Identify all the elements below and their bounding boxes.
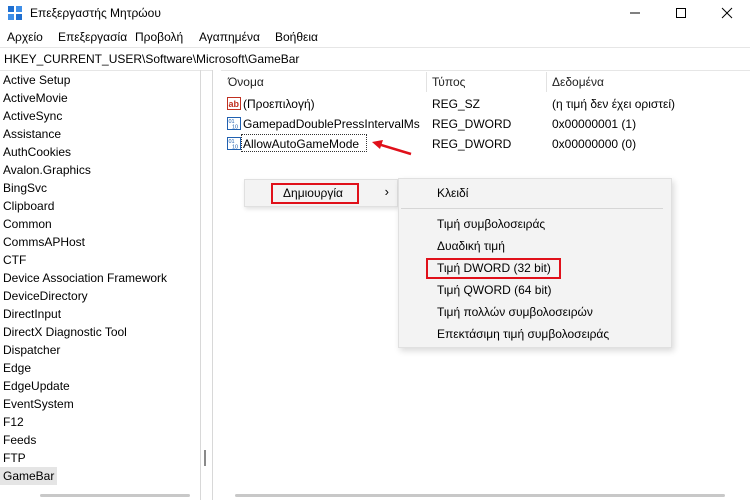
new-submenu: Κλειδί Τιμή συμβολοσειράς Δυαδική τιμή Τ… bbox=[398, 178, 672, 348]
tree-item[interactable]: Feeds bbox=[3, 431, 36, 449]
tree-item[interactable]: ActiveSync bbox=[3, 107, 62, 125]
menu-item-binary-value[interactable]: Δυαδική τιμή bbox=[437, 239, 505, 253]
annotation-highlight-dword bbox=[426, 258, 561, 279]
tree-item[interactable]: DirectInput bbox=[3, 305, 61, 323]
tree-item[interactable]: DirectX Diagnostic Tool bbox=[3, 323, 127, 341]
value-type: REG_DWORD bbox=[432, 117, 512, 131]
menu-item-string-value[interactable]: Τιμή συμβολοσειράς bbox=[437, 217, 545, 231]
menu-item-expandable-string-value[interactable]: Επεκτάσιμη τιμή συμβολοσειράς bbox=[437, 327, 609, 341]
column-divider[interactable] bbox=[546, 72, 547, 92]
annotation-highlight-new bbox=[271, 183, 359, 204]
title-bar: Επεξεργαστής Μητρώου bbox=[0, 0, 750, 26]
registry-editor-app-icon bbox=[8, 6, 22, 20]
tree-item[interactable]: AuthCookies bbox=[3, 143, 71, 161]
value-type: REG_SZ bbox=[432, 97, 481, 111]
tree-item[interactable]: Device Association Framework bbox=[3, 269, 167, 287]
maximize-button[interactable] bbox=[658, 0, 704, 26]
tree-item[interactable]: Assistance bbox=[3, 125, 61, 143]
tree-item[interactable]: DeviceDirectory bbox=[3, 287, 88, 305]
annotation-arrow-icon bbox=[372, 140, 412, 156]
context-menu: Δημιουργία › bbox=[244, 179, 398, 207]
address-path[interactable]: HKEY_CURRENT_USER\Software\Microsoft\Gam… bbox=[4, 52, 299, 66]
tree-item[interactable]: EventSystem bbox=[3, 395, 74, 413]
minimize-icon bbox=[630, 12, 640, 14]
menu-view[interactable]: Προβολή bbox=[135, 30, 183, 44]
column-header-data[interactable]: Δεδομένα bbox=[552, 75, 604, 89]
window-title: Επεξεργαστής Μητρώου bbox=[30, 6, 161, 20]
pane-splitter[interactable] bbox=[212, 70, 221, 500]
tree-item[interactable]: EdgeUpdate bbox=[3, 377, 70, 395]
column-divider[interactable] bbox=[426, 72, 427, 92]
tree-item[interactable]: Clipboard bbox=[3, 197, 54, 215]
value-data: (η τιμή δεν έχει οριστεί) bbox=[552, 97, 676, 111]
menu-item-key[interactable]: Κλειδί bbox=[437, 186, 468, 200]
value-name[interactable]: GamepadDoublePressIntervalMs bbox=[243, 117, 420, 131]
menu-favorites[interactable]: Αγαπημένα bbox=[199, 30, 260, 44]
value-type: REG_DWORD bbox=[432, 137, 512, 151]
tree-horizontal-scrollbar[interactable] bbox=[40, 494, 190, 497]
tree-item[interactable]: CTF bbox=[3, 251, 26, 269]
address-bar[interactable]: HKEY_CURRENT_USER\Software\Microsoft\Gam… bbox=[0, 47, 750, 71]
value-name[interactable]: (Προεπιλογή) bbox=[243, 97, 315, 111]
tree-item[interactable]: BingSvc bbox=[3, 179, 47, 197]
minimize-button[interactable] bbox=[612, 0, 658, 26]
dword-value-icon: 01 10 bbox=[227, 137, 241, 150]
key-tree-pane[interactable]: Active Setup ActiveMovie ActiveSync Assi… bbox=[0, 70, 201, 500]
menu-separator bbox=[401, 208, 663, 209]
tree-item[interactable]: Avalon.Graphics bbox=[3, 161, 91, 179]
tree-item[interactable]: ActiveMovie bbox=[3, 89, 68, 107]
submenu-arrow-icon: › bbox=[384, 184, 389, 199]
tree-item-selected-gamebar[interactable]: GameBar bbox=[0, 467, 58, 485]
list-horizontal-scrollbar[interactable] bbox=[235, 494, 725, 497]
dword-value-icon: 01 10 bbox=[227, 117, 241, 130]
column-header-name[interactable]: Όνομα bbox=[228, 75, 264, 89]
column-header-type[interactable]: Τύπος bbox=[432, 75, 465, 89]
dword-icon-glyph-bottom: 10 bbox=[232, 145, 238, 151]
value-data: 0x00000000 (0) bbox=[552, 137, 637, 151]
tree-item[interactable]: Active Setup bbox=[3, 71, 70, 89]
menu-file[interactable]: Αρχείο bbox=[7, 30, 43, 44]
menu-item-multi-string-value[interactable]: Τιμή πολλών συμβολοσειρών bbox=[437, 305, 593, 319]
tree-item[interactable]: F12 bbox=[3, 413, 24, 431]
close-icon bbox=[721, 7, 733, 19]
tree-item[interactable]: Dispatcher bbox=[3, 341, 60, 359]
menu-edit[interactable]: Επεξεργασία bbox=[58, 30, 127, 44]
menu-item-qword-value[interactable]: Τιμή QWORD (64 bit) bbox=[437, 283, 551, 297]
dword-icon-glyph-bottom: 10 bbox=[232, 125, 238, 131]
menu-help[interactable]: Βοήθεια bbox=[275, 30, 318, 44]
string-icon-glyph: ab bbox=[229, 99, 240, 109]
tree-item[interactable]: Edge bbox=[3, 359, 31, 377]
menu-bar: Αρχείο Επεξεργασία Προβολή Αγαπημένα Βοή… bbox=[0, 27, 750, 47]
maximize-icon bbox=[676, 8, 686, 18]
close-button[interactable] bbox=[704, 0, 750, 26]
string-value-icon: ab bbox=[227, 97, 241, 110]
tree-scrollbar-thumb[interactable] bbox=[204, 450, 206, 466]
value-name-allowautogamemode[interactable]: AllowAutoGameMode bbox=[243, 137, 359, 151]
value-data: 0x00000001 (1) bbox=[552, 117, 637, 131]
tree-item[interactable]: Common bbox=[3, 215, 52, 233]
tree-item[interactable]: CommsAPHost bbox=[3, 233, 85, 251]
tree-item[interactable]: FTP bbox=[3, 449, 26, 467]
